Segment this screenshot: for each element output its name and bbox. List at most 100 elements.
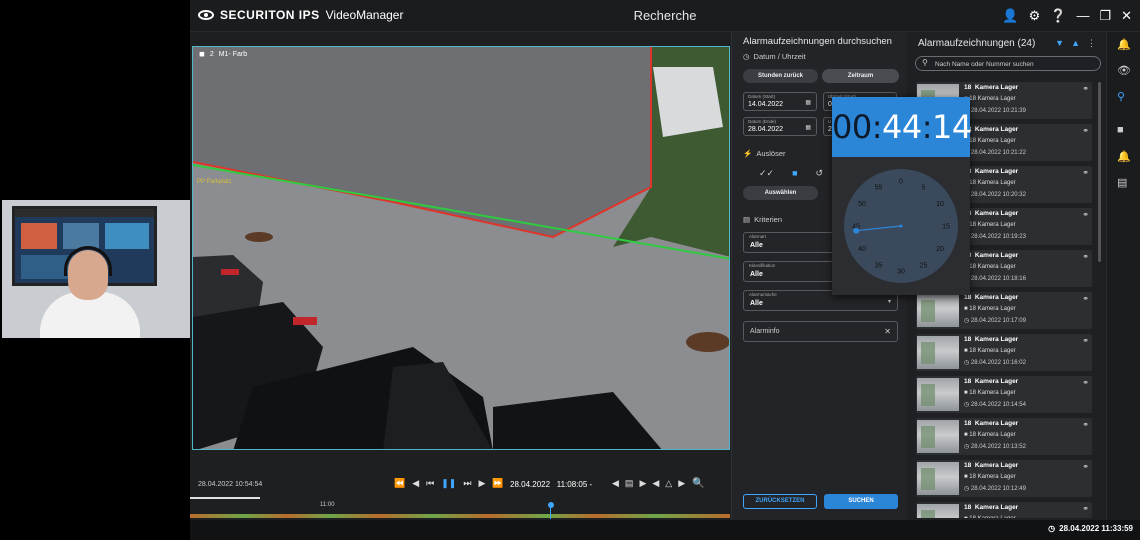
- link-icon[interactable]: ⚭: [1082, 126, 1089, 135]
- video-viewport[interactable]: ◼ 2 M1- Farb PP Parkplatz: [192, 46, 730, 450]
- dial-label[interactable]: 5: [922, 185, 926, 192]
- eye-icon[interactable]: 👁: [1117, 64, 1131, 77]
- time-hours[interactable]: 00: [832, 108, 872, 146]
- dial-label[interactable]: 50: [858, 201, 866, 208]
- chevron-down-icon: ▾: [887, 299, 891, 305]
- mark-end-icon[interactable]: ▶: [639, 478, 646, 489]
- result-title: 18 Kamera Lager: [964, 168, 1019, 175]
- result-card[interactable]: 18 Kamera Lager ■ 18 Kamera Lager ◷ 28.04.…: [916, 418, 1092, 455]
- timeline[interactable]: 11:00: [190, 497, 730, 521]
- link-icon[interactable]: ⚭: [1082, 252, 1089, 261]
- pause-icon[interactable]: ❚❚: [441, 478, 456, 489]
- camera-icon[interactable]: ■: [1117, 124, 1124, 136]
- link-icon[interactable]: ⚭: [1082, 378, 1089, 387]
- time-minutes[interactable]: 44: [882, 108, 922, 146]
- video-camera-icon: ■: [964, 474, 968, 480]
- search-button[interactable]: SUCHEN: [824, 494, 898, 509]
- dial-label[interactable]: 35: [875, 263, 883, 270]
- help-icon[interactable]: ❔: [1050, 8, 1066, 24]
- result-card[interactable]: 18 Kamera Lager ■ 18 Kamera Lager ◷ 28.04.…: [916, 334, 1092, 371]
- time-picker-dial[interactable]: 0510152025303540455055: [842, 167, 960, 285]
- pin-icon[interactable]: ▲: [1071, 38, 1080, 49]
- link-icon[interactable]: ⚭: [1082, 336, 1089, 345]
- video-camera-icon[interactable]: ■: [792, 168, 797, 179]
- clear-icon[interactable]: ✕: [884, 327, 891, 336]
- results-search[interactable]: ⚲: [915, 56, 1101, 71]
- end-date-field[interactable]: Datum (Ende) 28.04.2022 ▦: [743, 117, 817, 136]
- calendar-icon[interactable]: ▦: [805, 124, 811, 131]
- bell-export-icon[interactable]: △: [665, 478, 672, 489]
- dial-label[interactable]: 40: [858, 246, 866, 253]
- link-icon[interactable]: ⚭: [1082, 168, 1089, 177]
- user-icon[interactable]: 👤: [1002, 8, 1018, 24]
- play-icon[interactable]: ▶: [478, 478, 485, 489]
- search-icon[interactable]: ⚲: [1117, 90, 1125, 103]
- dial-label[interactable]: 15: [942, 224, 950, 231]
- end-date-label: Datum (Ende): [748, 119, 777, 124]
- mark-start-icon[interactable]: ◀: [612, 478, 619, 489]
- time-picker-popup[interactable]: 00:44:14 0 5 10 15 20 25 30 35 40 45 50 55: [832, 97, 972, 295]
- result-card[interactable]: 18 Kamera Lager ■ 18 Kamera Lager ◷ 28.04.…: [916, 376, 1092, 413]
- result-camera: ■ 18 Kamera Lager: [964, 516, 1016, 518]
- dial-label[interactable]: 0: [899, 179, 903, 186]
- step-back-icon[interactable]: ⏮: [426, 478, 434, 489]
- link-icon[interactable]: ⚭: [1082, 462, 1089, 471]
- dial-label[interactable]: 30: [897, 269, 905, 276]
- results-search-input[interactable]: [935, 59, 1095, 69]
- bell-icon[interactable]: 🔔: [1117, 38, 1131, 51]
- dial-label[interactable]: 20: [936, 246, 944, 253]
- result-camera: ■ 18 Kamera Lager: [964, 348, 1016, 354]
- checkmarks-icon[interactable]: ✓✓: [759, 168, 774, 179]
- time-seconds[interactable]: 14: [932, 108, 972, 146]
- section-datetime: ◷ Datum / Uhrzeit: [743, 52, 806, 61]
- restore-icon[interactable]: ❐: [1099, 8, 1111, 24]
- hours-back-button[interactable]: Stunden zurück: [743, 69, 818, 83]
- result-card[interactable]: 18 Kamera Lager ■ 18 Kamera Lager ◷ 28.04.…: [916, 292, 1092, 329]
- result-camera: ■ 18 Kamera Lager: [964, 306, 1016, 312]
- minimize-icon[interactable]: —: [1076, 8, 1089, 24]
- result-title: 18 Kamera Lager: [964, 294, 1019, 301]
- login-icon[interactable]: ↺: [816, 168, 824, 179]
- rewind-icon[interactable]: ◀: [412, 478, 419, 489]
- zoom-icon[interactable]: 🔍: [692, 478, 704, 489]
- fast-rewind-icon[interactable]: ⏪: [394, 478, 405, 489]
- result-card[interactable]: 18 Kamera Lager■ 18 Kamera Lager◷ ⚭: [916, 502, 1092, 518]
- link-icon[interactable]: ⚭: [1082, 210, 1089, 219]
- link-icon[interactable]: ⚭: [1082, 84, 1089, 93]
- film-icon[interactable]: ▤: [1117, 176, 1127, 189]
- link-icon[interactable]: ⚭: [1082, 294, 1089, 303]
- dial-label[interactable]: 10: [936, 201, 944, 208]
- step-forward-icon[interactable]: ⏭: [463, 478, 471, 489]
- link-icon[interactable]: ⚭: [1082, 420, 1089, 429]
- gear-icon[interactable]: ⚙: [1029, 8, 1041, 24]
- alarm-info-field[interactable]: Alarminfo ✕: [743, 321, 898, 342]
- video-camera-icon: ■: [964, 306, 968, 312]
- close-icon[interactable]: ✕: [1121, 8, 1132, 24]
- alarm-prev-icon[interactable]: ◀: [652, 478, 659, 489]
- result-time: ◷ 28.04.2022 10:17:09: [964, 318, 1026, 324]
- timeline-position-handle[interactable]: [548, 502, 554, 508]
- more-vert-icon[interactable]: ⋮: [1087, 38, 1096, 49]
- alarm-cause-value: Alle: [750, 300, 763, 307]
- result-card[interactable]: 18 Kamera Lager ■ 18 Kamera Lager ◷ 28.04.…: [916, 460, 1092, 497]
- calendar-icon[interactable]: ▦: [805, 99, 811, 106]
- dial-label[interactable]: 55: [875, 185, 883, 192]
- timespan-button[interactable]: Zeitraum: [822, 69, 899, 83]
- link-icon[interactable]: ⚭: [1082, 504, 1089, 513]
- select-trigger-button[interactable]: Auswählen: [743, 186, 818, 200]
- presenter-webcam: [2, 200, 190, 338]
- alarm-icon[interactable]: 🔔: [1117, 150, 1131, 163]
- alarm-next-icon[interactable]: ▶: [678, 478, 685, 489]
- timeline-track[interactable]: [190, 514, 730, 518]
- reset-button[interactable]: ZURÜCKSETZEN: [743, 494, 817, 509]
- result-title: 18 Kamera Lager: [964, 462, 1019, 469]
- film-icon[interactable]: ▤: [625, 478, 634, 489]
- title-bar: SECURITON IPS VideoManager Recherche 👤 ⚙…: [190, 0, 1140, 32]
- start-date-field[interactable]: Datum (Start) 14.04.2022 ▦: [743, 92, 817, 111]
- status-datetime: 28.04.2022 11:33:59: [1059, 524, 1133, 533]
- filter-icon[interactable]: ▼: [1055, 38, 1064, 49]
- app-logo: SECURITON IPS VideoManager: [198, 8, 403, 22]
- results-scrollbar[interactable]: [1098, 82, 1101, 262]
- dial-label[interactable]: 25: [920, 263, 928, 270]
- fast-forward-icon[interactable]: ⏩: [492, 478, 503, 489]
